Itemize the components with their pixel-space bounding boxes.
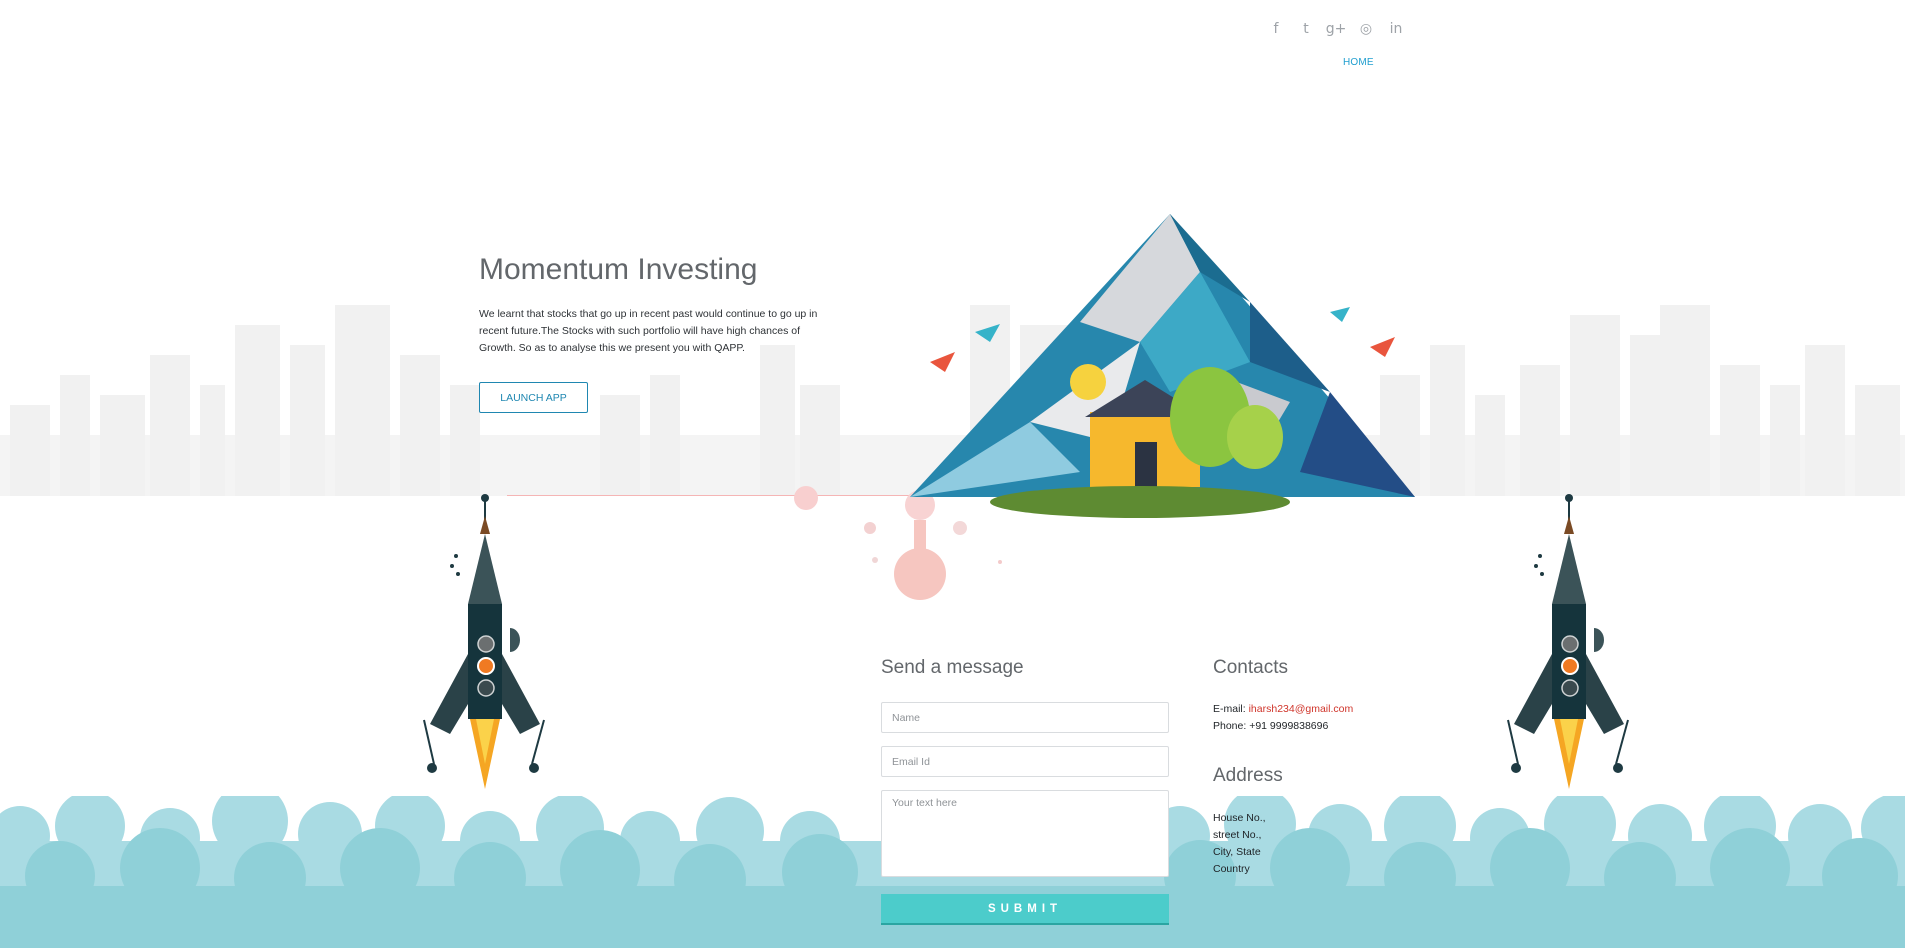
rocket-illustration-left (423, 494, 545, 789)
address-title: Address (1213, 765, 1283, 786)
message-textarea[interactable] (881, 790, 1169, 877)
submit-button[interactable]: SUBMIT (881, 894, 1169, 925)
email-label: E-mail: (1213, 703, 1246, 715)
rocket-illustration-right (1507, 494, 1629, 789)
address-line: City, State (1213, 846, 1261, 858)
hero-title: Momentum Investing (479, 253, 758, 286)
mountain-house-illustration (910, 214, 1415, 518)
address-line: street No., (1213, 829, 1262, 841)
contacts-title: Contacts (1213, 657, 1288, 678)
twitter-icon[interactable]: t (1298, 20, 1314, 38)
launch-app-button[interactable]: LAUNCH APP (479, 382, 588, 413)
dribbble-icon[interactable]: ◎ (1358, 20, 1374, 38)
form-title: Send a message (881, 657, 1024, 678)
contact-phone-row: Phone: +91 9999838696 (1213, 720, 1328, 732)
nav-home-link[interactable]: HOME (1343, 57, 1374, 68)
social-icons: f t g+ ◎ in (1268, 20, 1404, 38)
linkedin-icon[interactable]: in (1388, 20, 1404, 38)
email-input[interactable] (881, 746, 1169, 777)
contact-email-row: E-mail: iharsh234@gmail.com (1213, 703, 1353, 715)
phone-value: +91 9999838696 (1249, 720, 1329, 732)
email-link[interactable]: iharsh234@gmail.com (1249, 703, 1354, 715)
google-plus-icon[interactable]: g+ (1326, 20, 1347, 38)
facebook-icon[interactable]: f (1268, 20, 1284, 38)
address-line: Country (1213, 863, 1250, 875)
hero-description: We learnt that stocks that go up in rece… (479, 308, 818, 354)
name-input[interactable] (881, 702, 1169, 733)
address-line: House No., (1213, 812, 1266, 824)
address-block: House No., street No., City, State Count… (1213, 810, 1266, 878)
phone-label: Phone: (1213, 720, 1247, 732)
